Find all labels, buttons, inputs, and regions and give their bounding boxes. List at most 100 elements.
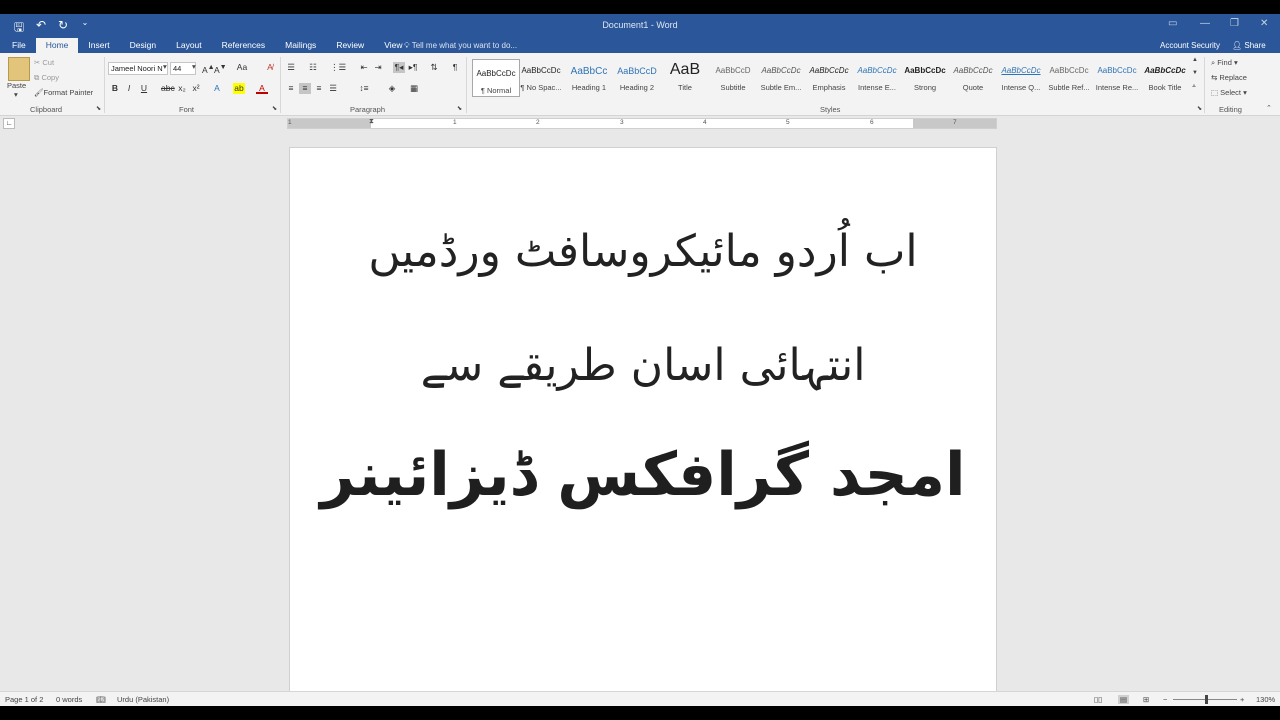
- replace-button[interactable]: ⇆ Replace: [1211, 73, 1247, 82]
- style-intense-quote[interactable]: AaBbCcDc Intense Q...: [998, 57, 1044, 97]
- change-case-icon[interactable]: Aa: [236, 62, 248, 73]
- style-title[interactable]: AaB Title: [662, 57, 708, 97]
- clipboard-launcher-icon[interactable]: ⬊: [96, 105, 101, 112]
- restore-icon[interactable]: ❐: [1230, 18, 1239, 29]
- style-intense-emphasis[interactable]: AaBbCcDc Intense E...: [854, 57, 900, 97]
- align-left-icon[interactable]: ≡: [285, 83, 297, 94]
- editing-group-label: Editing: [1219, 105, 1242, 114]
- document-line-2[interactable]: انتہائی اسان طریقے سے: [290, 340, 996, 391]
- paragraph-launcher-icon[interactable]: ⬊: [457, 105, 462, 112]
- styles-gallery: AaBbCcDc ¶ Normal AaBbCcDc ¶ No Spac... …: [470, 57, 1190, 99]
- paste-dropdown-icon[interactable]: ▾: [14, 90, 18, 99]
- justify-icon[interactable]: ☰: [327, 83, 339, 94]
- tab-insert[interactable]: Insert: [78, 38, 119, 53]
- web-layout-icon[interactable]: ⊞: [1143, 695, 1149, 704]
- numbering-icon[interactable]: ☷: [307, 62, 319, 73]
- cut-button[interactable]: ✂ Cut: [34, 58, 54, 67]
- print-layout-icon[interactable]: ▤: [1118, 695, 1130, 704]
- font-color-icon[interactable]: A: [256, 83, 268, 94]
- collapse-ribbon-icon[interactable]: ⌃: [1266, 104, 1272, 112]
- increase-indent-icon[interactable]: ⇥: [372, 62, 384, 73]
- style-normal[interactable]: AaBbCcDc ¶ Normal: [472, 59, 520, 97]
- sort-icon[interactable]: ⇅: [428, 62, 440, 73]
- page-count[interactable]: Page 1 of 2: [5, 695, 43, 704]
- document-page[interactable]: اب اُردو مائیکروسافٹ ورڈمیں انتہائی اسان…: [289, 147, 997, 693]
- style-subtitle[interactable]: AaBbCcD Subtitle: [710, 57, 756, 97]
- show-marks-icon[interactable]: ¶: [449, 62, 461, 73]
- font-launcher-icon[interactable]: ⬊: [272, 105, 277, 112]
- minimize-icon[interactable]: —: [1200, 18, 1210, 29]
- tab-selector-icon[interactable]: ∟: [3, 118, 15, 129]
- word-count[interactable]: 0 words: [56, 695, 82, 704]
- ribbon: Paste ▾ ✂ Cut ⧉ Copy 🖌︎Format Painter Cl…: [0, 53, 1280, 116]
- shading-icon[interactable]: ◈: [386, 83, 398, 94]
- copy-button[interactable]: ⧉ Copy: [34, 73, 59, 83]
- gallery-more-icon[interactable]: ⩡: [1192, 83, 1196, 91]
- align-right-icon[interactable]: ≡: [313, 83, 325, 94]
- bold-icon[interactable]: B: [109, 83, 121, 94]
- font-size-dropdown-icon[interactable]: ▾: [192, 62, 196, 71]
- zoom-level[interactable]: 130%: [1256, 695, 1275, 704]
- zoom-in-icon[interactable]: +: [1240, 695, 1244, 704]
- close-icon[interactable]: ✕: [1260, 18, 1268, 29]
- tab-layout[interactable]: Layout: [166, 38, 212, 53]
- style-no-spacing[interactable]: AaBbCcDc ¶ No Spac...: [518, 57, 564, 97]
- account-label[interactable]: Account Security: [1160, 41, 1220, 50]
- shrink-font-icon[interactable]: A▼: [214, 62, 227, 75]
- gallery-scroll-up-icon[interactable]: ▲: [1192, 57, 1198, 63]
- styles-launcher-icon[interactable]: ⬊: [1197, 105, 1202, 112]
- style-intense-reference[interactable]: AaBbCcDc Intense Re...: [1094, 57, 1140, 97]
- gallery-scroll-down-icon[interactable]: ▼: [1192, 70, 1198, 76]
- style-subtle-emphasis[interactable]: AaBbCcDc Subtle Em...: [758, 57, 804, 97]
- tab-file[interactable]: File: [0, 38, 36, 53]
- multilevel-list-icon[interactable]: ⋮☰: [330, 62, 346, 73]
- horizontal-ruler[interactable]: 1 1 2 3 4 5 6 7 ⧗: [287, 118, 997, 129]
- zoom-slider-thumb[interactable]: [1205, 695, 1208, 704]
- tab-references[interactable]: References: [212, 38, 275, 53]
- bullets-icon[interactable]: ☰: [285, 62, 297, 73]
- select-button[interactable]: ⬚ Select ▾: [1211, 88, 1247, 97]
- highlight-icon[interactable]: ab: [233, 83, 245, 94]
- subscript-icon[interactable]: x₂: [176, 83, 188, 94]
- superscript-icon[interactable]: x²: [190, 83, 202, 94]
- font-name-dropdown-icon[interactable]: ▾: [163, 62, 167, 71]
- clear-formatting-icon[interactable]: A̸: [264, 62, 276, 73]
- line-spacing-icon[interactable]: ↕≡: [358, 83, 370, 94]
- style-heading-1[interactable]: AaBbCc Heading 1: [566, 57, 612, 97]
- align-center-icon[interactable]: ≡: [299, 83, 311, 94]
- share-button[interactable]: 👤︎ Share: [1232, 41, 1266, 50]
- font-name-box[interactable]: Jameel Noori N: [108, 62, 168, 75]
- paste-button[interactable]: Paste: [7, 81, 26, 90]
- tab-review[interactable]: Review: [326, 38, 374, 53]
- decrease-indent-icon[interactable]: ⇤: [358, 62, 370, 73]
- read-mode-icon[interactable]: ▯▯: [1094, 695, 1102, 704]
- format-painter-button[interactable]: 🖌︎Format Painter: [34, 88, 93, 97]
- tell-me-search[interactable]: 💡︎ Tell me what you want to do...: [404, 41, 517, 51]
- proofing-icon[interactable]: 📖︎: [96, 695, 106, 704]
- find-button[interactable]: ⌕ Find ▾: [1211, 58, 1238, 68]
- style-heading-2[interactable]: AaBbCcD Heading 2: [614, 57, 660, 97]
- style-emphasis[interactable]: AaBbCcDc Emphasis: [806, 57, 852, 97]
- rtl-text-direction-icon[interactable]: ¶◂: [393, 62, 405, 73]
- tab-home[interactable]: Home: [35, 38, 79, 53]
- italic-icon[interactable]: I: [123, 83, 135, 94]
- strikethrough-icon[interactable]: abc: [161, 83, 175, 94]
- tab-mailings[interactable]: Mailings: [275, 38, 326, 53]
- ribbon-display-icon[interactable]: ▭: [1168, 18, 1177, 29]
- document-line-1[interactable]: اب اُردو مائیکروسافٹ ورڈمیں: [290, 226, 996, 277]
- grow-font-icon[interactable]: A▲: [202, 62, 215, 75]
- indent-marker-icon[interactable]: ⧗: [369, 118, 374, 126]
- style-strong[interactable]: AaBbCcDc Strong: [902, 57, 948, 97]
- language-indicator[interactable]: Urdu (Pakistan): [117, 695, 169, 704]
- ltr-text-direction-icon[interactable]: ▸¶: [407, 62, 419, 73]
- document-line-3[interactable]: امجد گرافکس ڈیزائینر: [290, 440, 996, 510]
- paste-icon[interactable]: [8, 57, 30, 81]
- zoom-out-icon[interactable]: −: [1163, 695, 1167, 704]
- style-book-title[interactable]: AaBbCcDc Book Title: [1142, 57, 1188, 97]
- tab-design[interactable]: Design: [120, 38, 166, 53]
- borders-icon[interactable]: ▦: [408, 83, 420, 94]
- underline-icon[interactable]: U: [138, 83, 150, 94]
- style-quote[interactable]: AaBbCcDc Quote: [950, 57, 996, 97]
- style-subtle-reference[interactable]: AaBbCcDc Subtle Ref...: [1046, 57, 1092, 97]
- text-effects-icon[interactable]: A: [211, 83, 223, 94]
